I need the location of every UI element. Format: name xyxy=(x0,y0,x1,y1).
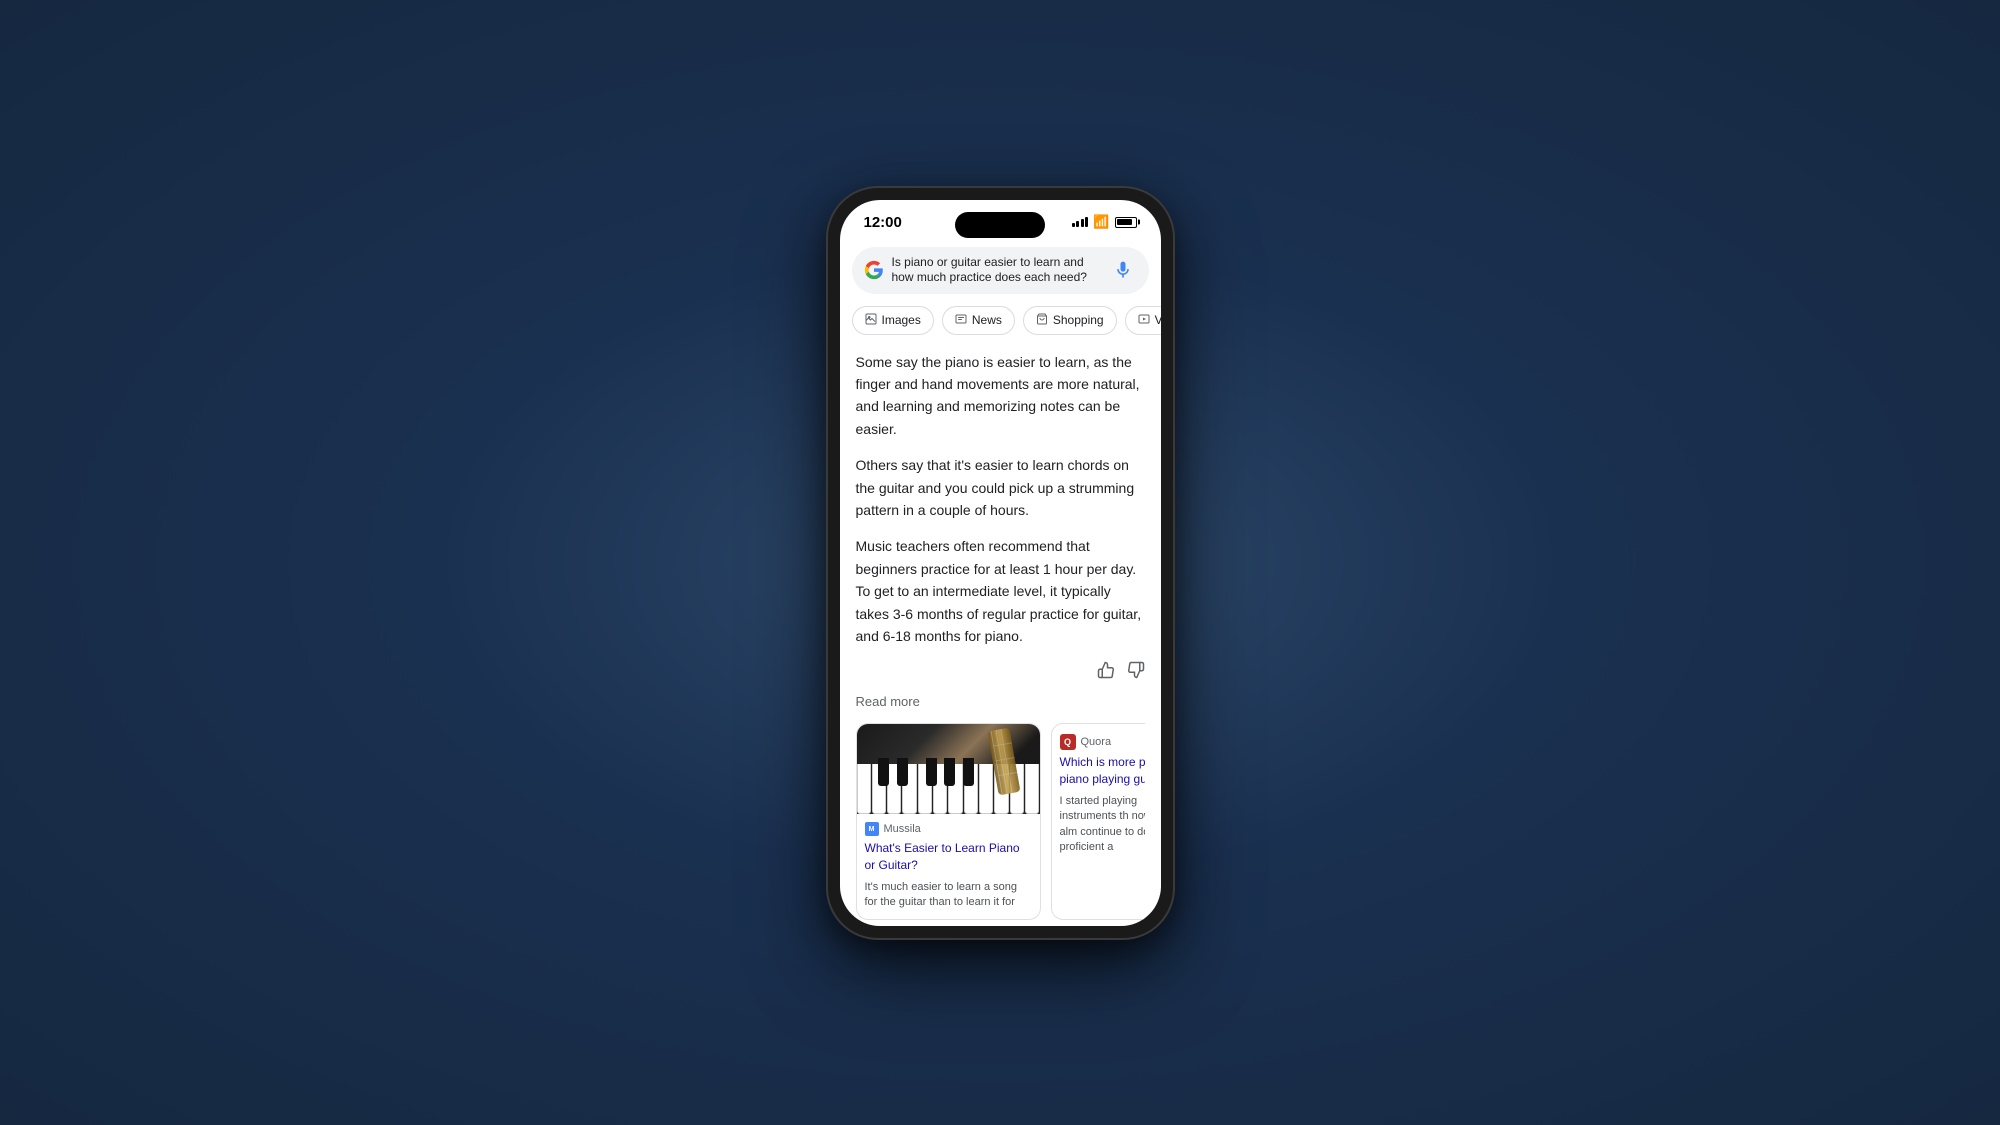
news-tab-label: News xyxy=(972,313,1002,327)
mic-svg xyxy=(1113,260,1133,280)
signal-bars-icon xyxy=(1072,217,1089,227)
phone-mockup: 12:00 📶 xyxy=(828,188,1173,938)
search-bar-container: Is piano or guitar easier to learn and h… xyxy=(840,239,1161,302)
tab-videos[interactable]: Vide... xyxy=(1125,306,1161,335)
tab-images[interactable]: Images xyxy=(852,306,934,335)
quora-card-title[interactable]: Which is more playing piano playing guit… xyxy=(1052,752,1145,792)
search-query-text: Is piano or guitar easier to learn and h… xyxy=(892,255,1101,286)
answer-actions xyxy=(856,661,1145,684)
search-bar[interactable]: Is piano or guitar easier to learn and h… xyxy=(852,247,1149,294)
mussila-source-name: Mussila xyxy=(884,823,921,835)
tab-news[interactable]: News xyxy=(942,306,1015,335)
mussila-card-title[interactable]: What's Easier to Learn Piano or Guitar? xyxy=(857,838,1040,878)
mussila-favicon-letter: M xyxy=(869,826,875,833)
answer-paragraph-2: Others say that it's easier to learn cho… xyxy=(856,454,1145,521)
images-tab-label: Images xyxy=(882,313,921,327)
dynamic-island xyxy=(955,212,1045,238)
images-tab-icon xyxy=(865,313,877,328)
battery-fill xyxy=(1117,219,1132,225)
thumbs-up-button[interactable] xyxy=(1097,661,1115,684)
quora-source-name: Quora xyxy=(1081,736,1112,748)
mic-icon[interactable] xyxy=(1109,256,1137,284)
signal-bar-1 xyxy=(1072,223,1075,227)
battery-icon xyxy=(1115,217,1137,228)
wifi-icon: 📶 xyxy=(1093,214,1109,230)
quora-favicon-letter: Q xyxy=(1064,737,1071,747)
filter-tabs-bar: Images News Shopping xyxy=(840,302,1161,343)
videos-tab-label: Vide... xyxy=(1155,313,1161,327)
card-image-mussila xyxy=(857,724,1040,814)
result-card-quora[interactable]: Q Quora Which is more playing piano play… xyxy=(1051,723,1145,919)
mussila-card-snippet: It's much easier to learn a song for the… xyxy=(857,878,1040,919)
signal-bar-3 xyxy=(1081,219,1084,227)
phone-screen: 12:00 📶 xyxy=(840,200,1161,926)
tab-shopping[interactable]: Shopping xyxy=(1023,306,1117,335)
answer-content: Some say the piano is easier to learn, a… xyxy=(840,343,1161,926)
content-area: Is piano or guitar easier to learn and h… xyxy=(840,239,1161,926)
status-icons: 📶 xyxy=(1072,214,1137,230)
card-source-mussila: M Mussila xyxy=(857,814,1040,838)
signal-bar-2 xyxy=(1076,221,1079,227)
status-bar: 12:00 📶 xyxy=(840,200,1161,239)
card-source-quora: Q Quora xyxy=(1052,724,1145,752)
shopping-tab-icon xyxy=(1036,313,1048,328)
result-card-mussila[interactable]: M Mussila What's Easier to Learn Piano o… xyxy=(856,723,1041,919)
status-time: 12:00 xyxy=(864,214,902,231)
result-cards-row: M Mussila What's Easier to Learn Piano o… xyxy=(856,723,1145,919)
answer-paragraph-1: Some say the piano is easier to learn, a… xyxy=(856,351,1145,441)
news-tab-icon xyxy=(955,313,967,328)
signal-bar-4 xyxy=(1085,217,1088,227)
quora-favicon: Q xyxy=(1060,734,1076,750)
videos-tab-icon xyxy=(1138,313,1150,328)
shopping-tab-label: Shopping xyxy=(1053,313,1104,327)
answer-paragraph-3: Music teachers often recommend that begi… xyxy=(856,535,1145,647)
mussila-favicon: M xyxy=(865,822,879,836)
thumbs-down-button[interactable] xyxy=(1127,661,1145,684)
read-more-link[interactable]: Read more xyxy=(856,694,1145,709)
quora-card-snippet: I started playing instruments th now, af… xyxy=(1052,792,1145,864)
google-logo-icon xyxy=(864,260,884,280)
